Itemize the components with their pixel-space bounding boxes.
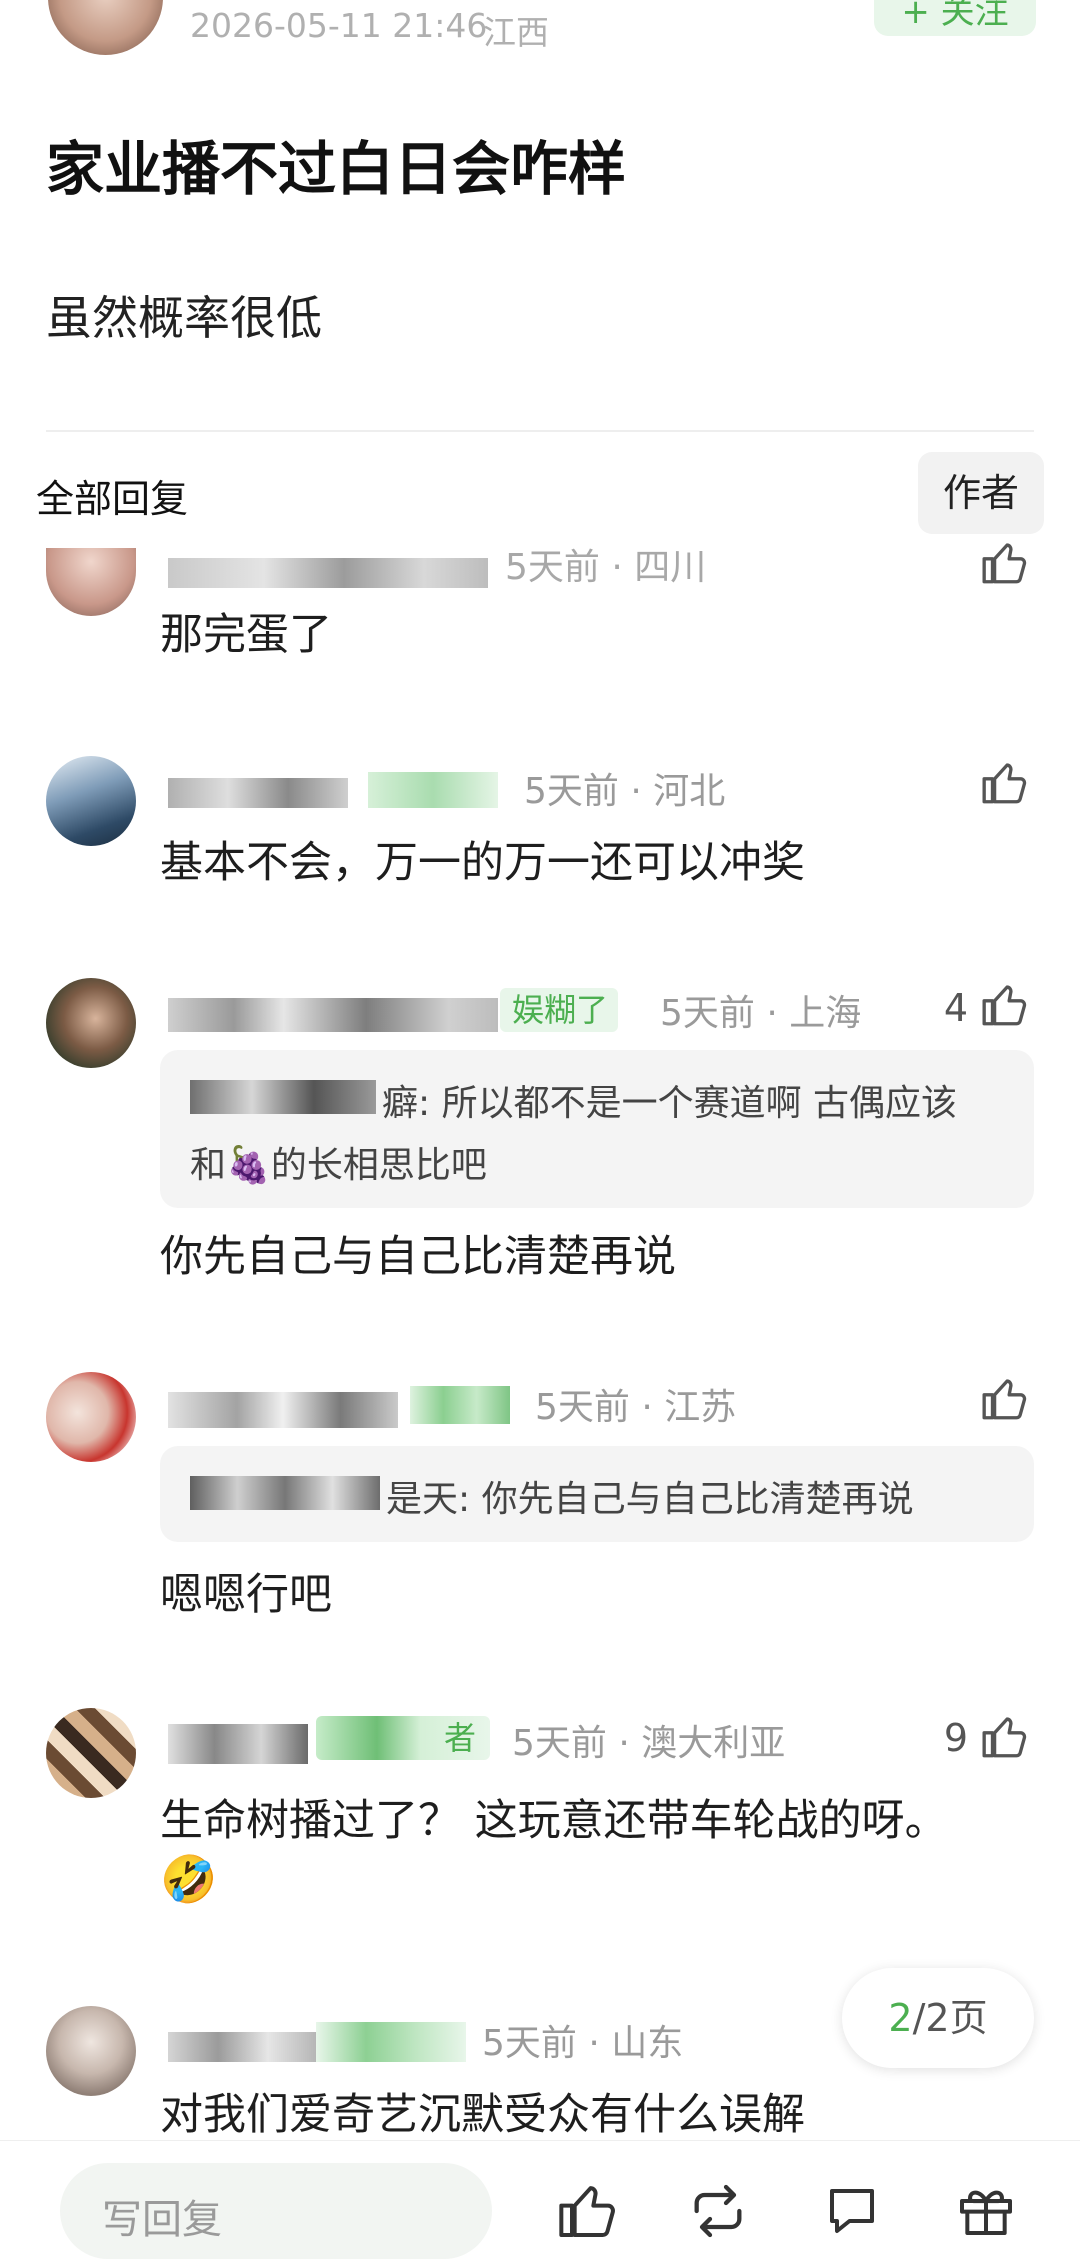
follow-button[interactable]: + 关注 (874, 0, 1036, 36)
comment-text: 那完蛋了 (160, 610, 332, 660)
laughing-emoji: 🤣 (160, 1852, 218, 1906)
comment-text: 基本不会，万一的万一还可以冲奖 (160, 838, 805, 888)
page-current: 2 (888, 1996, 913, 2040)
commenter-avatar[interactable] (46, 756, 136, 846)
divider (46, 430, 1034, 432)
quoted-username-blurred (190, 1080, 376, 1114)
comment-text: 你先自己与自己比清楚再说 (160, 1232, 676, 1282)
user-badge-blurred (316, 2022, 466, 2062)
quoted-reply[interactable]: 是天: 你先自己与自己比清楚再说 (160, 1446, 1034, 1542)
tab-author-label: 作者 (942, 471, 1019, 515)
like-count: 4 (943, 986, 968, 1030)
reply-placeholder: 写回复 (102, 2197, 222, 2243)
quoted-reply[interactable]: 癖: 所以都不是一个赛道啊 古偶应该 和🍇的长相思比吧 (160, 1050, 1034, 1208)
page-indicator[interactable]: 2/2页 (842, 1968, 1034, 2068)
user-badge-blurred (410, 1386, 510, 1424)
comment-time-location: 5天前 · 澳大利亚 (512, 1723, 786, 1764)
comment-time-location: 5天前 · 上海 (660, 993, 862, 1034)
username-blurred[interactable] (168, 1392, 398, 1428)
repost-icon[interactable] (684, 2179, 752, 2243)
reply-input[interactable]: 写回复 (60, 2163, 492, 2259)
quoted-text-line2: 和🍇的长相思比吧 (190, 1145, 487, 1186)
like-count: 9 (943, 1716, 968, 1760)
post-location: 江西 (483, 13, 549, 52)
comment-icon[interactable] (822, 2177, 882, 2245)
post-title: 家业播不过白日会咋样 (46, 135, 627, 203)
user-badge-blurred (368, 772, 498, 808)
user-badge: 者 (316, 1716, 490, 1760)
thumbs-up-icon[interactable] (980, 758, 1030, 808)
comment-time-location: 5天前 · 河北 (524, 771, 726, 812)
quoted-text-line1: 是天: 你先自己与自己比清楚再说 (386, 1479, 914, 1520)
quoted-text-line1: 癖: 所以都不是一个赛道啊 古偶应该 (382, 1083, 958, 1124)
user-badge-label: 者 (444, 1719, 477, 1757)
thumbs-up-icon[interactable] (556, 2179, 620, 2243)
commenter-avatar[interactable] (46, 978, 136, 1068)
bottom-bar: 写回复 (0, 2140, 1080, 2266)
post-timestamp: 2026-05-11 21:46 (190, 6, 488, 45)
comment-time-location: 5天前 · 四川 (505, 547, 707, 588)
thumbs-up-icon[interactable] (980, 980, 1030, 1030)
tab-all-replies[interactable]: 全部回复 (36, 468, 188, 523)
comment-text: 嗯嗯行吧 (160, 1570, 332, 1620)
username-blurred[interactable] (168, 998, 498, 1032)
user-badge: 娱糊了 (500, 988, 619, 1032)
post-body: 虽然概率很低 (46, 291, 322, 345)
comment-time-location: 5天前 · 江苏 (535, 1387, 737, 1428)
author-avatar[interactable] (48, 0, 163, 55)
thumbs-up-icon[interactable] (980, 1374, 1030, 1424)
follow-label: + 关注 (901, 0, 1009, 32)
commenter-avatar[interactable] (46, 1372, 136, 1462)
page-total: /2页 (912, 1996, 988, 2040)
tab-all-replies-label: 全部回复 (36, 477, 189, 521)
comment-text: 对我们爱奇艺沉默受众有什么误解 (160, 2090, 805, 2140)
username-blurred[interactable] (168, 1724, 308, 1764)
comment-time-location: 5天前 · 山东 (482, 2023, 684, 2064)
commenter-avatar[interactable] (46, 2006, 136, 2096)
thumbs-up-icon[interactable] (980, 1712, 1030, 1762)
user-badge-label: 娱糊了 (512, 991, 609, 1029)
comment-text: 生命树播过了？ 这玩意还带车轮战的呀。 (160, 1796, 948, 1846)
username-blurred[interactable] (168, 2032, 318, 2062)
commenter-avatar[interactable] (46, 1708, 136, 1798)
quoted-username-blurred (190, 1476, 380, 1510)
username-blurred[interactable] (168, 558, 488, 588)
commenter-avatar[interactable] (46, 548, 136, 616)
username-blurred[interactable] (168, 778, 348, 808)
tab-author[interactable]: 作者 (918, 452, 1044, 534)
gift-icon[interactable] (954, 2175, 1018, 2243)
thumbs-up-icon[interactable] (980, 538, 1030, 588)
